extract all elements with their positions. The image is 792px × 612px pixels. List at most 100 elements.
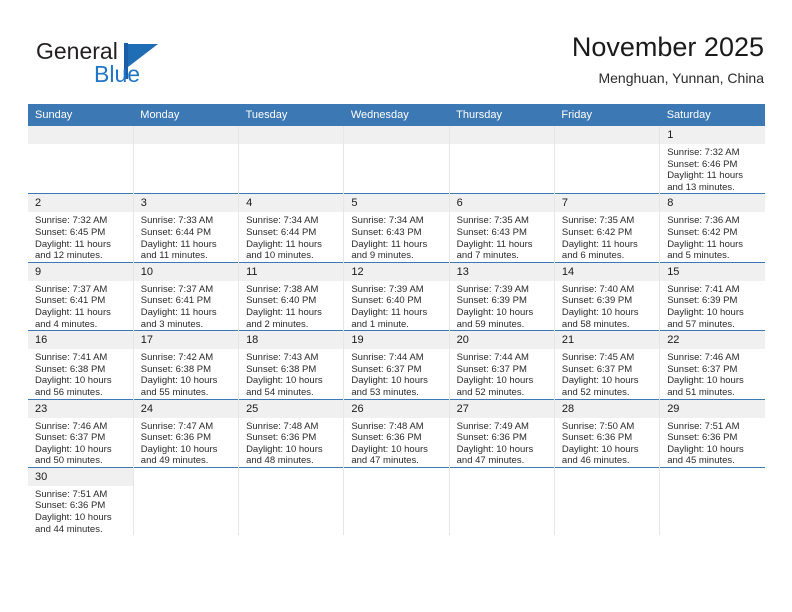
daylight-text: Daylight: 11 hours and 3 minutes. [140, 306, 217, 330]
calendar-day-cell[interactable]: 2 Sunrise: 7:32 AM Sunset: 6:45 PM Daylight… [28, 193, 134, 263]
sunrise-text: Sunrise: 7:37 AM [35, 283, 108, 295]
day-details: Sunrise: 7:45 AM Sunset: 6:37 PM Daylight:… [555, 349, 659, 398]
sunset-text: Sunset: 6:37 PM [667, 363, 738, 375]
daylight-text: Daylight: 10 hours and 59 minutes. [456, 306, 534, 330]
day-number: 11 [239, 262, 344, 281]
page-header: General Blue November 2025 Menghuan, Yun… [28, 30, 764, 98]
calendar-day-cell[interactable]: 20 Sunrise: 7:44 AM Sunset: 6:37 PM Dayligh… [449, 330, 555, 399]
sunrise-text: Sunrise: 7:50 AM [561, 420, 635, 432]
general-blue-logo[interactable]: General Blue [36, 38, 236, 94]
calendar-day-cell[interactable]: 21 Sunrise: 7:45 AM Sunset: 6:37 PM Dayligh… [554, 330, 661, 399]
day-number: 19 [344, 331, 449, 350]
calendar-day-cell[interactable]: 23 Sunrise: 7:46 AM Sunset: 6:37 PM Dayligh… [28, 398, 134, 468]
day-cell-inner: 16 Sunrise: 7:41 AM Sunset: 6:38 PM Dayligh… [28, 331, 133, 398]
sunrise-text: Sunrise: 7:51 AM [667, 420, 740, 432]
calendar-day-cell[interactable]: 14 Sunrise: 7:40 AM Sunset: 6:39 PM Dayligh… [554, 261, 661, 331]
calendar-day-cell[interactable]: 4 Sunrise: 7:34 AM Sunset: 6:44 PM Daylight… [238, 193, 345, 263]
day-details: Sunrise: 7:39 AM Sunset: 6:39 PM Daylight:… [450, 281, 554, 330]
day-number: 5 [344, 194, 449, 213]
calendar-day-cell-empty [238, 466, 345, 536]
day-details: Sunrise: 7:46 AM Sunset: 6:37 PM Daylight:… [660, 349, 765, 398]
calendar-day-cell-empty [238, 126, 345, 194]
day-cell-inner: 2 Sunrise: 7:32 AM Sunset: 6:45 PM Daylight… [28, 194, 133, 261]
calendar-day-cell[interactable]: 8 Sunrise: 7:36 AM Sunset: 6:42 PM Daylight… [659, 193, 765, 263]
calendar-day-cell[interactable]: 12 Sunrise: 7:39 AM Sunset: 6:40 PM Dayligh… [343, 261, 450, 331]
sunset-text: Sunset: 6:36 PM [667, 432, 738, 444]
sunrise-text: Sunrise: 7:35 AM [561, 215, 635, 227]
calendar-day-cell[interactable]: 27 Sunrise: 7:49 AM Sunset: 6:36 PM Dayligh… [449, 398, 555, 468]
calendar-page: General Blue November 2025 Menghuan, Yun… [0, 0, 792, 612]
day-cell-inner: 28 Sunrise: 7:50 AM Sunset: 6:36 PM Dayligh… [554, 399, 660, 467]
calendar-day-cell[interactable]: 10 Sunrise: 7:37 AM Sunset: 6:41 PM Dayligh… [133, 261, 240, 331]
day-details: Sunrise: 7:40 AM Sunset: 6:39 PM Daylight:… [555, 281, 659, 330]
day-details: Sunrise: 7:44 AM Sunset: 6:37 PM Daylight:… [450, 349, 554, 398]
daylight-text: Daylight: 10 hours and 51 minutes. [667, 375, 744, 398]
day-details: Sunrise: 7:36 AM Sunset: 6:42 PM Daylight:… [660, 212, 765, 261]
day-cell-inner: 25 Sunrise: 7:48 AM Sunset: 6:36 PM Dayligh… [239, 399, 344, 467]
calendar-day-cell[interactable]: 5 Sunrise: 7:34 AM Sunset: 6:43 PM Daylight… [343, 193, 450, 263]
day-details: Sunrise: 7:41 AM Sunset: 6:38 PM Daylight:… [28, 349, 133, 398]
calendar-day-cell[interactable]: 11 Sunrise: 7:38 AM Sunset: 6:40 PM Dayligh… [238, 261, 345, 331]
sunset-text: Sunset: 6:43 PM [456, 226, 527, 238]
calendar-day-cell[interactable]: 15 Sunrise: 7:41 AM Sunset: 6:39 PM Dayligh… [659, 261, 765, 331]
day-number [554, 126, 660, 144]
calendar-week-row: 9 Sunrise: 7:37 AM Sunset: 6:41 PM Daylight… [28, 261, 765, 331]
day-cell-inner: 9 Sunrise: 7:37 AM Sunset: 6:41 PM Daylight… [28, 262, 133, 330]
calendar-day-cell-empty [449, 466, 555, 536]
day-cell-inner: 29 Sunrise: 7:51 AM Sunset: 6:36 PM Dayligh… [660, 399, 765, 467]
sunset-text: Sunset: 6:36 PM [561, 432, 633, 444]
calendar-day-cell[interactable]: 13 Sunrise: 7:39 AM Sunset: 6:39 PM Dayligh… [449, 261, 555, 331]
calendar-day-cell[interactable]: 22 Sunrise: 7:46 AM Sunset: 6:37 PM Dayligh… [659, 330, 765, 399]
day-cell-inner [449, 467, 554, 535]
day-number [239, 467, 344, 486]
day-number: 9 [28, 262, 133, 281]
calendar-day-cell[interactable]: 6 Sunrise: 7:35 AM Sunset: 6:43 PM Daylight… [449, 193, 555, 263]
day-cell-inner: 6 Sunrise: 7:35 AM Sunset: 6:43 PM Daylight… [449, 194, 554, 262]
sunrise-text: Sunrise: 7:32 AM [35, 215, 108, 227]
calendar-day-cell[interactable]: 30 Sunrise: 7:51 AM Sunset: 6:36 PM Dayligh… [28, 466, 134, 536]
day-cell-inner: 23 Sunrise: 7:46 AM Sunset: 6:37 PM Dayligh… [28, 399, 133, 467]
day-cell-inner [554, 126, 660, 193]
daylight-text: Daylight: 11 hours and 9 minutes. [351, 238, 428, 262]
daylight-text: Daylight: 10 hours and 56 minutes. [35, 375, 112, 398]
day-number: 22 [660, 331, 765, 350]
calendar-day-cell[interactable]: 17 Sunrise: 7:42 AM Sunset: 6:38 PM Dayligh… [133, 330, 240, 399]
sunrise-text: Sunrise: 7:49 AM [456, 420, 529, 432]
day-cell-inner: 14 Sunrise: 7:40 AM Sunset: 6:39 PM Dayligh… [554, 262, 660, 330]
calendar-day-cell[interactable]: 19 Sunrise: 7:44 AM Sunset: 6:37 PM Dayligh… [343, 330, 450, 399]
daylight-text: Daylight: 11 hours and 7 minutes. [456, 238, 533, 262]
sunset-text: Sunset: 6:37 PM [35, 432, 106, 444]
calendar-day-cell[interactable]: 25 Sunrise: 7:48 AM Sunset: 6:36 PM Dayligh… [238, 398, 345, 468]
calendar-day-cell[interactable]: 18 Sunrise: 7:43 AM Sunset: 6:38 PM Dayligh… [238, 330, 345, 399]
weekday-header-friday: Friday [554, 104, 660, 126]
day-details: Sunrise: 7:51 AM Sunset: 6:36 PM Daylight:… [660, 418, 765, 467]
weekday-header-tuesday: Tuesday [238, 104, 344, 126]
calendar-day-cell-empty [343, 126, 450, 194]
day-number: 20 [449, 331, 554, 350]
day-cell-inner [554, 467, 660, 535]
calendar-day-cell[interactable]: 16 Sunrise: 7:41 AM Sunset: 6:38 PM Dayligh… [28, 330, 134, 399]
sunrise-text: Sunrise: 7:36 AM [667, 215, 740, 227]
calendar-week-row: 23 Sunrise: 7:46 AM Sunset: 6:37 PM Dayligh… [28, 398, 765, 468]
day-cell-inner: 30 Sunrise: 7:51 AM Sunset: 6:36 PM Dayligh… [28, 467, 133, 535]
sunset-text: Sunset: 6:40 PM [246, 295, 317, 307]
sunset-text: Sunset: 6:38 PM [246, 363, 317, 375]
daylight-text: Daylight: 10 hours and 49 minutes. [140, 443, 218, 467]
calendar-day-cell[interactable]: 9 Sunrise: 7:37 AM Sunset: 6:41 PM Daylight… [28, 261, 134, 331]
day-number: 24 [133, 399, 239, 418]
calendar-day-cell[interactable]: 3 Sunrise: 7:33 AM Sunset: 6:44 PM Daylight… [133, 193, 240, 263]
day-cell-inner: 22 Sunrise: 7:46 AM Sunset: 6:37 PM Dayligh… [660, 331, 765, 398]
day-cell-inner [449, 126, 554, 193]
calendar-day-cell[interactable]: 28 Sunrise: 7:50 AM Sunset: 6:36 PM Dayligh… [554, 398, 661, 468]
daylight-text: Daylight: 10 hours and 52 minutes. [456, 375, 534, 398]
calendar-day-cell[interactable]: 26 Sunrise: 7:48 AM Sunset: 6:36 PM Dayligh… [343, 398, 450, 468]
day-number [449, 126, 554, 144]
calendar-day-cell[interactable]: 1 Sunrise: 7:32 AM Sunset: 6:46 PM Daylight… [659, 126, 765, 194]
calendar-day-cell[interactable]: 7 Sunrise: 7:35 AM Sunset: 6:42 PM Daylight… [554, 193, 661, 263]
calendar-day-cell[interactable]: 29 Sunrise: 7:51 AM Sunset: 6:36 PM Dayligh… [659, 398, 765, 468]
sunrise-text: Sunrise: 7:46 AM [35, 420, 108, 432]
calendar-day-cell[interactable]: 24 Sunrise: 7:47 AM Sunset: 6:36 PM Dayligh… [133, 398, 240, 468]
daylight-text: Daylight: 11 hours and 2 minutes. [246, 306, 322, 330]
day-number: 21 [554, 331, 660, 350]
sunset-text: Sunset: 6:45 PM [35, 226, 106, 238]
